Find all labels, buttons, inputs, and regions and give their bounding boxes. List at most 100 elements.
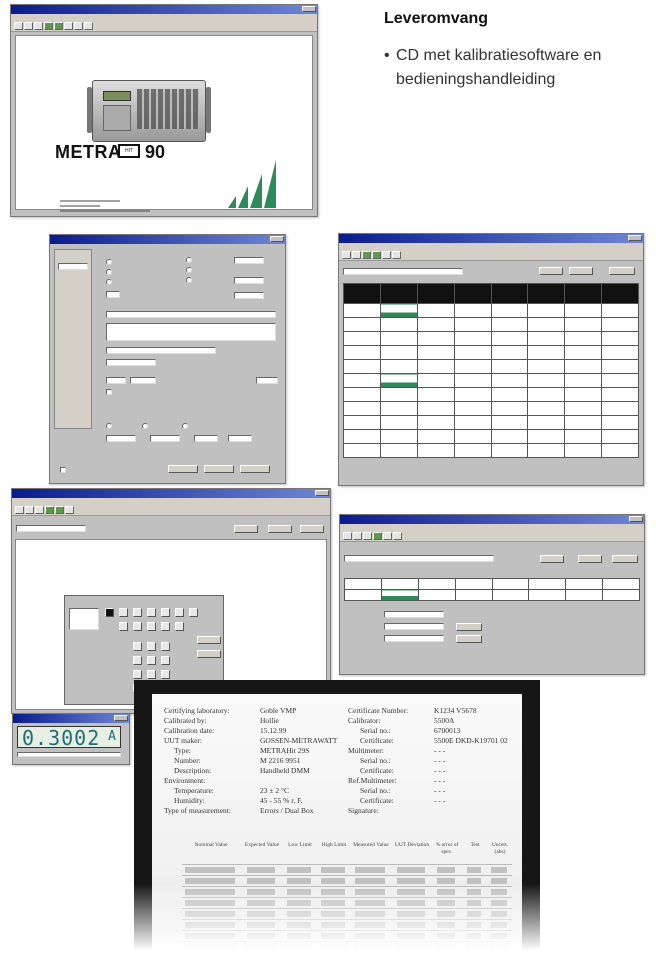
keypad-key[interactable] <box>147 608 156 617</box>
table-row[interactable] <box>343 429 639 444</box>
keypad-key[interactable] <box>161 608 170 617</box>
tool-button[interactable] <box>44 22 53 30</box>
tool-button[interactable] <box>15 506 24 514</box>
table-row[interactable] <box>343 415 639 430</box>
toolbar-button[interactable] <box>609 267 635 275</box>
keypad-key[interactable] <box>133 622 142 631</box>
unit-dropdown[interactable] <box>130 377 156 384</box>
number-field[interactable] <box>106 291 120 298</box>
keypad-key[interactable] <box>133 670 142 679</box>
table-row[interactable] <box>344 578 640 590</box>
keypad-key[interactable] <box>189 608 198 617</box>
close-icon[interactable] <box>270 236 284 242</box>
tool-button[interactable] <box>24 22 33 30</box>
table-row[interactable] <box>343 345 639 360</box>
table-row[interactable] <box>343 373 639 388</box>
toolbar-button[interactable] <box>540 555 564 563</box>
procedure-name-field[interactable] <box>16 525 86 532</box>
checkbox[interactable] <box>60 467 66 473</box>
tool-button[interactable] <box>383 532 392 540</box>
keypad-key[interactable] <box>147 642 156 651</box>
tool-button[interactable] <box>55 506 64 514</box>
tool-button[interactable] <box>34 22 43 30</box>
radio-option[interactable] <box>142 423 148 429</box>
radio-option[interactable] <box>182 423 188 429</box>
tool-button[interactable] <box>64 22 73 30</box>
keypad-key[interactable] <box>147 656 156 665</box>
table-row[interactable] <box>343 317 639 332</box>
range-field[interactable] <box>256 377 278 384</box>
table-row[interactable] <box>343 359 639 374</box>
retry-button[interactable] <box>456 635 482 643</box>
keypad-action-button[interactable] <box>197 636 221 644</box>
ok-button[interactable] <box>168 465 198 473</box>
tool-button[interactable] <box>84 22 93 30</box>
keypad-key[interactable] <box>161 642 170 651</box>
keypad-key[interactable] <box>133 608 142 617</box>
radio-option[interactable] <box>106 423 112 429</box>
tool-button[interactable] <box>363 532 372 540</box>
checkbox[interactable] <box>106 389 112 395</box>
step-field[interactable] <box>58 263 88 270</box>
keypad-key[interactable] <box>133 642 142 651</box>
range-slider[interactable] <box>17 752 121 757</box>
back-button[interactable] <box>204 465 234 473</box>
toolbar-button[interactable] <box>300 525 324 533</box>
tool-button[interactable] <box>392 251 401 259</box>
keypad-key[interactable] <box>175 608 184 617</box>
tool-button[interactable] <box>382 251 391 259</box>
keypad-key[interactable] <box>147 622 156 631</box>
radio-option[interactable] <box>106 279 112 285</box>
tool-button[interactable] <box>373 532 382 540</box>
keypad-key[interactable] <box>119 622 128 631</box>
toolbar-button[interactable] <box>612 555 638 563</box>
spec-field[interactable] <box>150 435 180 442</box>
output-field[interactable] <box>69 608 99 630</box>
toolbar-button[interactable] <box>539 267 563 275</box>
expected-value-field[interactable] <box>384 611 444 618</box>
spec-field[interactable] <box>194 435 218 442</box>
toolbar-button[interactable] <box>578 555 602 563</box>
expected-value-field[interactable] <box>106 377 126 384</box>
radio-option[interactable] <box>186 277 192 283</box>
tool-button[interactable] <box>65 506 74 514</box>
keypad-key[interactable] <box>133 656 142 665</box>
spec-field[interactable] <box>106 435 136 442</box>
tool-button[interactable] <box>14 22 23 30</box>
value-field[interactable] <box>234 292 264 299</box>
keypad-key[interactable] <box>161 656 170 665</box>
toolbar-button[interactable] <box>569 267 593 275</box>
value-field[interactable] <box>234 257 264 264</box>
command-field[interactable] <box>106 347 216 354</box>
measured-value-field[interactable] <box>384 623 444 630</box>
keypad-key[interactable] <box>119 608 128 617</box>
procedure-name-field[interactable] <box>343 268 463 275</box>
message-field[interactable] <box>106 323 276 341</box>
tool-button[interactable] <box>362 251 371 259</box>
table-row[interactable] <box>343 331 639 346</box>
toolbar-button[interactable] <box>268 525 292 533</box>
keypad-key[interactable] <box>161 622 170 631</box>
tool-button[interactable] <box>372 251 381 259</box>
keypad-key[interactable] <box>147 670 156 679</box>
spec-field[interactable] <box>228 435 252 442</box>
radio-option[interactable] <box>186 267 192 273</box>
status-field[interactable] <box>384 635 444 642</box>
tool-button[interactable] <box>393 532 402 540</box>
table-row[interactable] <box>343 401 639 416</box>
table-row[interactable] <box>343 303 639 318</box>
tool-button[interactable] <box>54 22 63 30</box>
text-field[interactable] <box>106 311 276 318</box>
tool-button[interactable] <box>35 506 44 514</box>
table-row[interactable] <box>343 387 639 402</box>
keypad-key[interactable] <box>161 670 170 679</box>
radio-option[interactable] <box>106 269 112 275</box>
toolbar-button[interactable] <box>234 525 258 533</box>
cancel-button[interactable] <box>240 465 270 473</box>
keypad-key[interactable] <box>105 608 114 617</box>
radio-option[interactable] <box>186 257 192 263</box>
procedure-name-field[interactable] <box>344 555 494 562</box>
tool-button[interactable] <box>25 506 34 514</box>
ok-button[interactable] <box>456 623 482 631</box>
table-row[interactable] <box>344 589 640 601</box>
